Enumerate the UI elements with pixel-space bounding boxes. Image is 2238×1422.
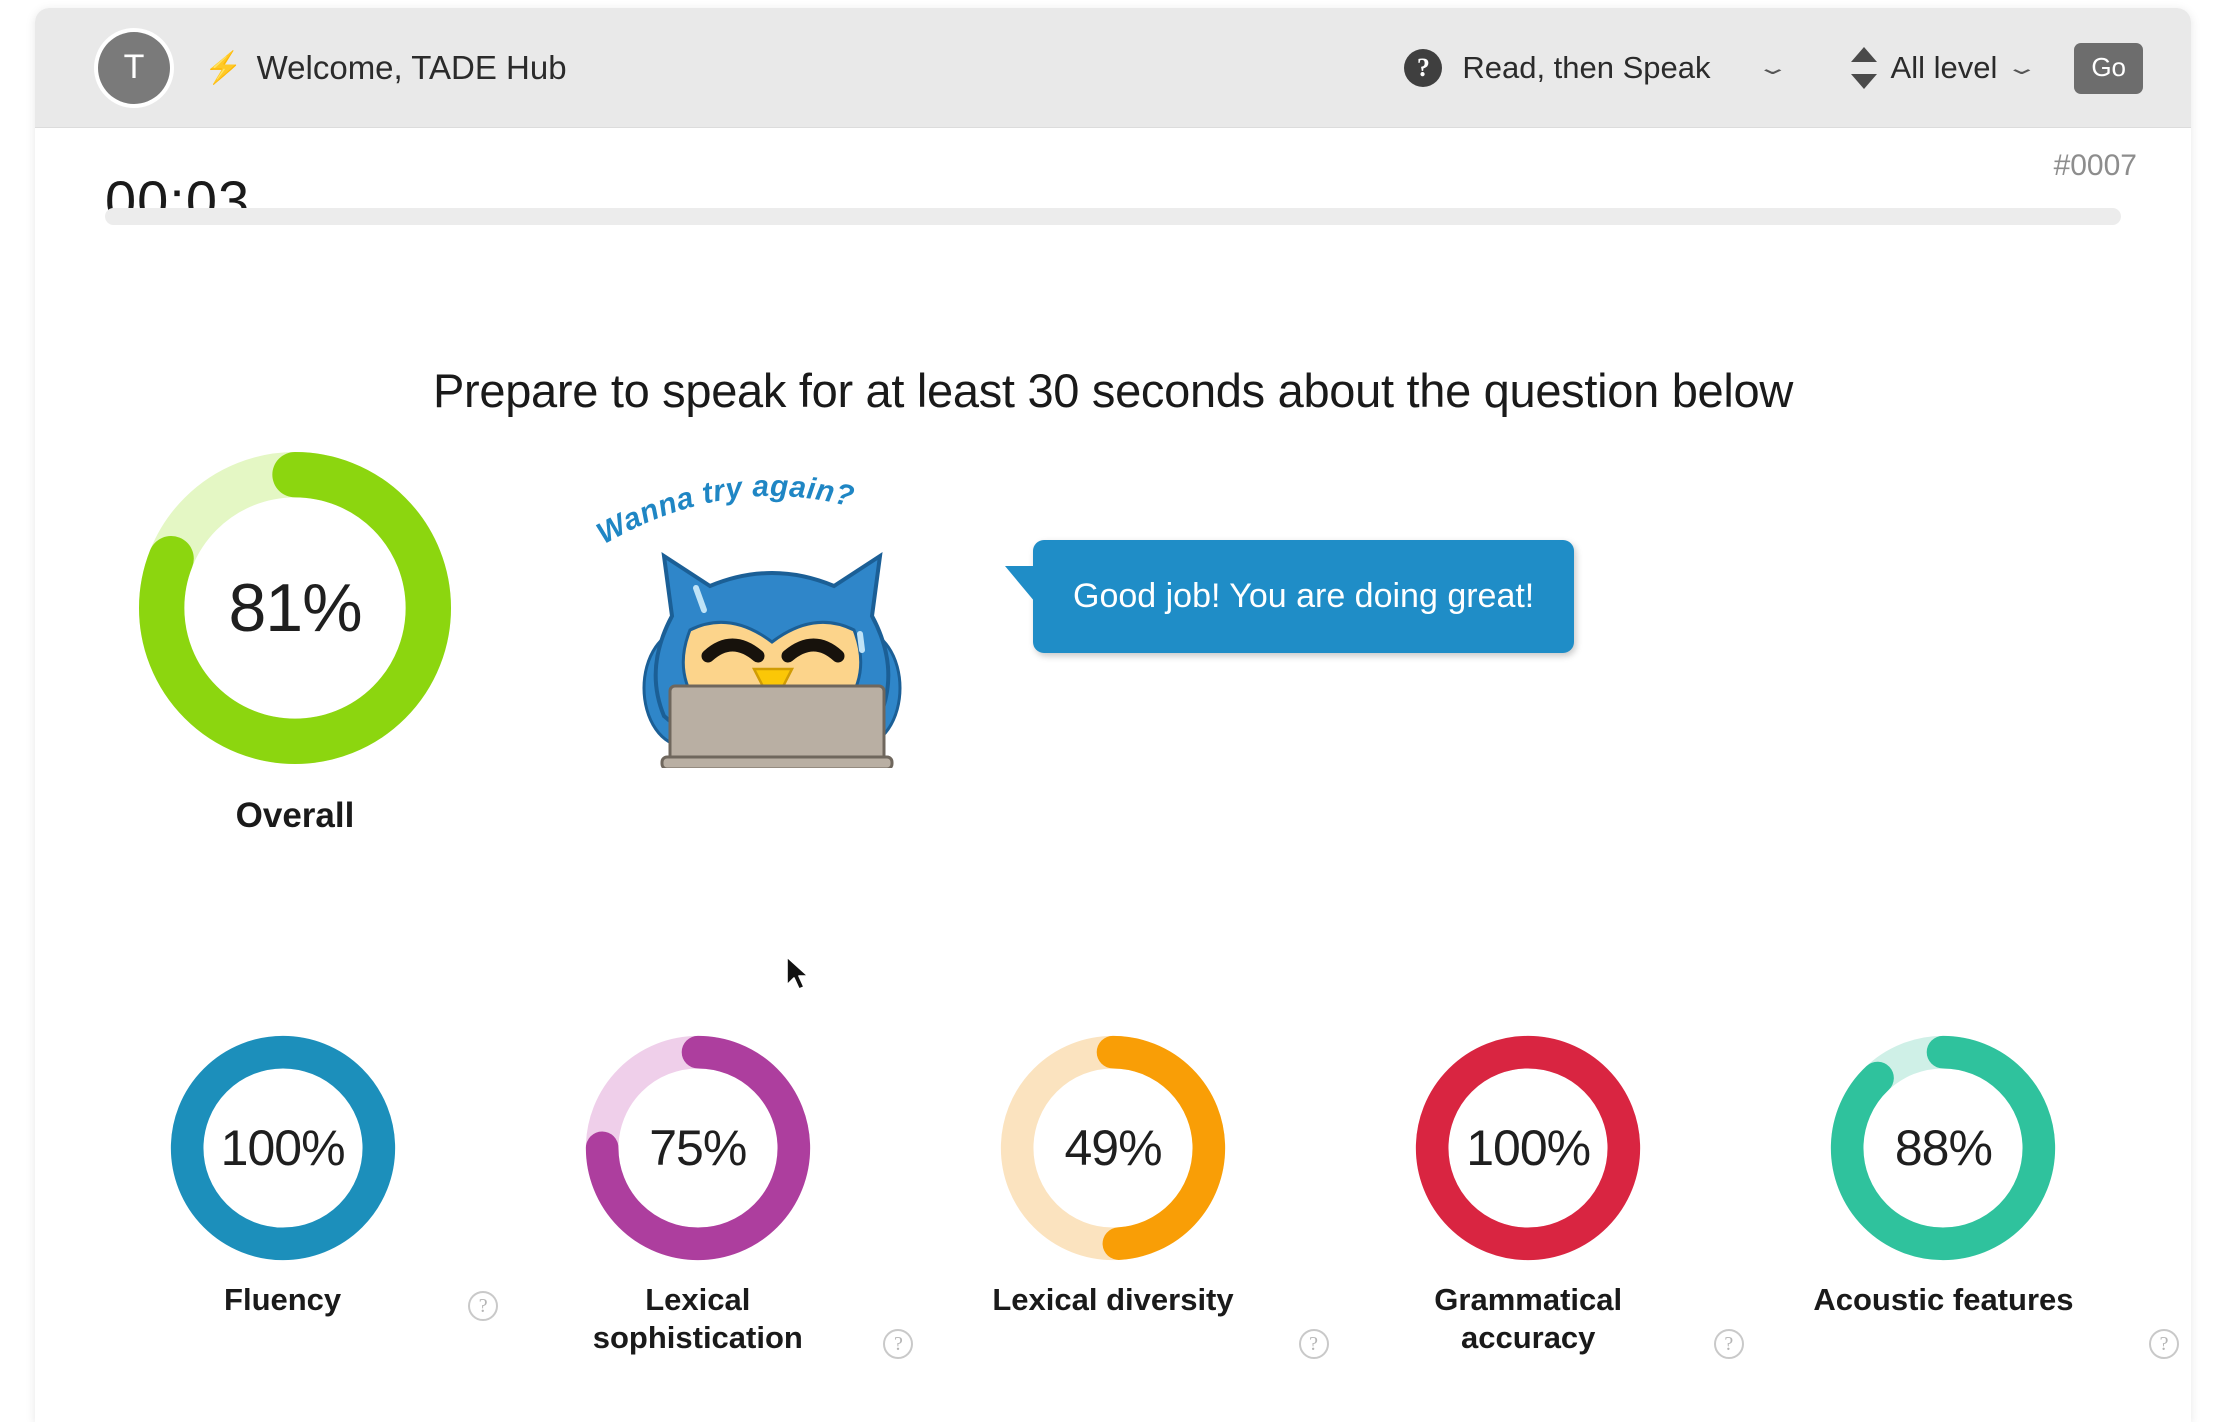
chevron-down-icon: ⌄ xyxy=(1755,57,1790,79)
owl-illustration-svg xyxy=(642,551,902,768)
metric-value: 49% xyxy=(1064,1120,1162,1176)
metric-ring: 49% xyxy=(998,1033,1228,1263)
app-header: T ⚡ Welcome, TADE Hub ? Read, then Speak… xyxy=(35,8,2191,128)
metrics-row: ? 100% Fluency? 75% Lexical sophistication? 4… xyxy=(35,1033,2191,1359)
level-label: All level xyxy=(1890,50,1998,85)
help-circle-icon[interactable]: ? xyxy=(1404,49,1443,87)
metric-label: Grammatical accuracy xyxy=(1434,1282,1623,1355)
metric-value: 100% xyxy=(220,1120,346,1176)
metric-ring: 88% xyxy=(1828,1033,2058,1263)
sort-updown-icon[interactable] xyxy=(1850,47,1877,89)
session-status-row: 00:03 #0007 xyxy=(35,128,2191,278)
progress-bar xyxy=(105,208,2121,225)
overall-gauge: 81% Overall xyxy=(135,448,455,836)
metric-fluency: ?100%Fluency xyxy=(75,1033,490,1319)
sort-down-arrow xyxy=(1850,74,1877,89)
avatar[interactable]: T xyxy=(98,31,170,104)
overall-ring: 81% xyxy=(135,448,455,768)
overall-value: 81% xyxy=(228,570,362,646)
metric-label: Fluency xyxy=(224,1282,342,1317)
metric-lexical-sophistication: ? 75% Lexical sophistication xyxy=(468,1033,905,1357)
level-dropdown[interactable]: All level ⌄ xyxy=(1850,47,2039,89)
bolt-icon: ⚡ xyxy=(204,50,243,85)
metric-grammatical-accuracy: ? 100% Grammatical accuracy xyxy=(1298,1033,1736,1359)
help-circle-icon[interactable]: ? xyxy=(1713,1329,1744,1359)
page-title: Prepare to speak for at least 30 seconds… xyxy=(432,364,1794,417)
metric-value: 75% xyxy=(649,1120,747,1176)
task-mode-label: Read, then Speak xyxy=(1462,50,1711,85)
help-circle-icon[interactable]: ? xyxy=(468,1291,499,1321)
welcome-text: Welcome, TADE Hub xyxy=(256,48,567,86)
feedback-message: Good job! You are doing great! xyxy=(1073,577,1535,615)
metric-value: 88% xyxy=(1894,1120,1993,1176)
metric-value: 100% xyxy=(1466,1120,1591,1176)
help-circle-icon[interactable]: ? xyxy=(2149,1329,2180,1359)
metric-ring: 100% xyxy=(168,1033,398,1263)
metric-label: Lexical diversity xyxy=(992,1282,1234,1317)
metric-label: Acoustic features xyxy=(1813,1282,2074,1317)
sort-up-arrow xyxy=(1850,47,1877,62)
go-button[interactable]: Go xyxy=(2074,42,2143,94)
app-window: T ⚡ Welcome, TADE Hub ? Read, then Speak… xyxy=(35,8,2191,1422)
overall-section: 81% Overall Wanna try again? Good job! Y… xyxy=(35,448,2191,878)
level-chevron-down-icon: ⌄ xyxy=(2005,57,2039,79)
metric-ring: 100% xyxy=(1413,1033,1643,1263)
metric-lexical-diversity: ? 49% Lexical diversity xyxy=(883,1033,1320,1359)
mouse-cursor xyxy=(786,956,809,990)
task-mode-dropdown[interactable]: ? Read, then Speak ⌄ xyxy=(1404,49,1814,87)
metric-ring: 75% xyxy=(583,1033,813,1263)
metric-label: Lexical sophistication xyxy=(592,1282,803,1355)
question-id-badge: #0007 xyxy=(2053,149,2137,182)
welcome-block: ⚡ Welcome, TADE Hub xyxy=(204,49,567,87)
owl-mascot: Wanna try again? xyxy=(590,468,920,768)
task-chevron-slot: ⌄ xyxy=(1731,56,1815,81)
feedback-speech-bubble: Good job! You are doing great! xyxy=(1004,540,1575,653)
metric-acoustic-features: ? 88% Acoustic features? xyxy=(1713,1033,2180,1359)
header-controls: ? Read, then Speak ⌄ All level ⌄ Go xyxy=(1404,8,2191,128)
help-circle-icon[interactable]: ? xyxy=(1298,1329,1329,1359)
overall-label: Overall xyxy=(235,796,355,835)
help-circle-icon[interactable]: ? xyxy=(883,1329,914,1359)
